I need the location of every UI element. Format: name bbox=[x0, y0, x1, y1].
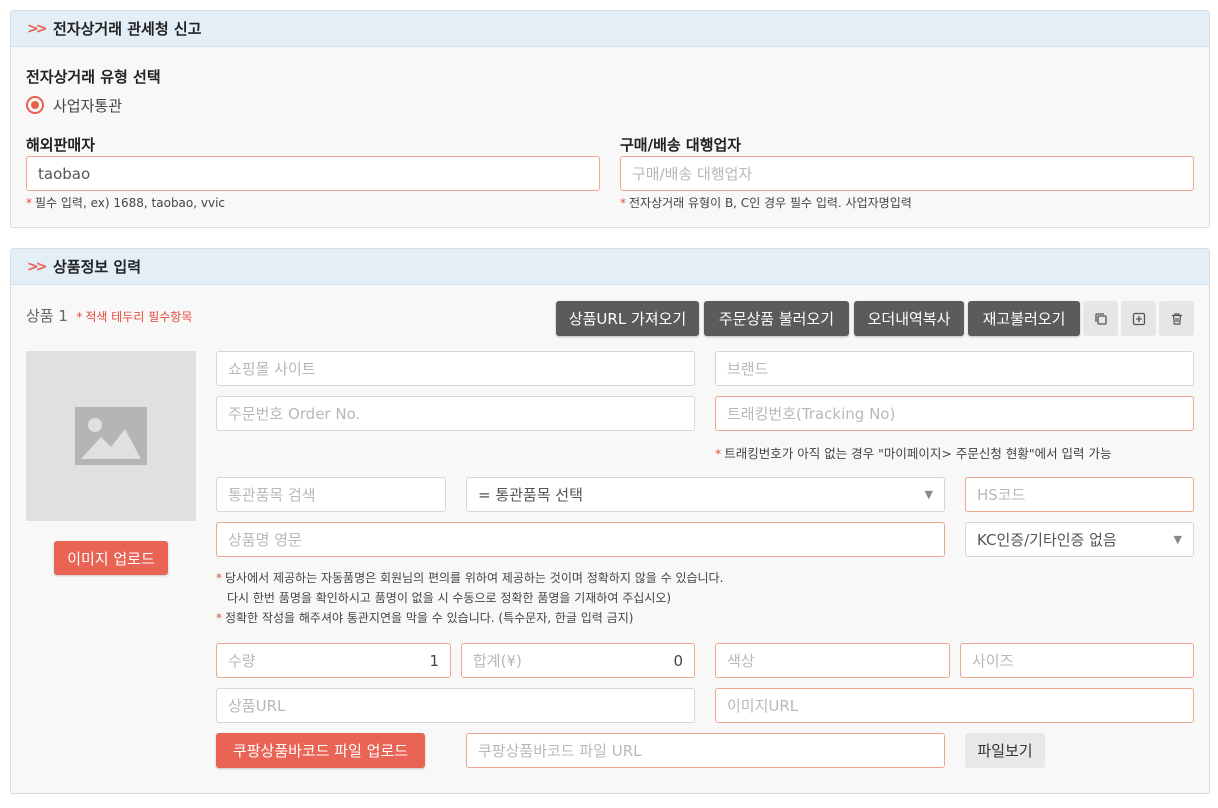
product-url-input[interactable]: 상품URL bbox=[216, 688, 695, 723]
customs-item-select[interactable]: = 통관품목 선택 ▼ bbox=[466, 477, 945, 512]
size-placeholder: 사이즈 bbox=[972, 652, 1014, 670]
hs-code-input[interactable]: HS코드 bbox=[965, 477, 1194, 512]
overseas-seller-value: taobao bbox=[38, 164, 91, 183]
view-file-button[interactable]: 파일보기 bbox=[965, 733, 1045, 768]
total-input[interactable]: 합계(¥) 0 bbox=[461, 643, 695, 678]
customs-report-title: 전자상거래 관세청 신고 bbox=[53, 20, 202, 38]
item-label: 상품 1 * 적색 테두리 필수항목 bbox=[26, 305, 192, 326]
required-star: * bbox=[620, 196, 626, 210]
quantity-value: 1 bbox=[429, 651, 439, 670]
required-star: * bbox=[216, 611, 222, 625]
coupang-barcode-url-placeholder: 쿠팡상품바코드 파일 URL bbox=[478, 742, 642, 760]
product-info-panel: >> 상품정보 입력 상품 1 * 적색 테두리 필수항목 상품URL 가져오기 … bbox=[10, 248, 1210, 794]
tracking-note: * 트래킹번호가 아직 없는 경우 "마이페이지> 주문신청 현황"에서 입력 가… bbox=[715, 443, 1112, 462]
brand-input[interactable]: 브랜드 bbox=[715, 351, 1194, 386]
accuracy-note: * 정확한 작성을 해주셔야 통관지연을 막을 수 있습니다. (특수문자, 한글… bbox=[216, 609, 633, 626]
required-star: * bbox=[26, 196, 32, 210]
auto-name-note-1: * 당사에서 제공하는 자동품명은 회원님의 편의를 위하여 제공하는 것이며 정… bbox=[216, 569, 723, 586]
overseas-seller-note-text: 필수 입력, ex) 1688, taobao, vvic bbox=[35, 196, 226, 210]
chevron-double-right-icon: >> bbox=[27, 258, 47, 275]
product-name-en-input[interactable]: 상품명 영문 bbox=[216, 522, 945, 557]
required-star: * bbox=[715, 446, 722, 461]
purchase-agent-label: 구매/배송 대행업자 bbox=[620, 136, 742, 154]
required-star: * bbox=[216, 571, 222, 585]
add-icon bbox=[1132, 312, 1145, 325]
add-item-button[interactable] bbox=[1121, 301, 1156, 336]
customs-select-value: = 통관품목 선택 bbox=[478, 486, 583, 504]
image-url-placeholder: 이미지URL bbox=[727, 697, 799, 715]
upload-image-button[interactable]: 이미지 업로드 bbox=[54, 541, 168, 575]
item-number: 상품 1 bbox=[26, 307, 68, 325]
purchase-agent-note-text: 전자상거래 유형이 B, C인 경우 필수 입력. 사업자명입력 bbox=[629, 196, 912, 210]
hs-code-placeholder: HS코드 bbox=[977, 486, 1026, 504]
fetch-product-url-button[interactable]: 상품URL 가져오기 bbox=[556, 301, 699, 336]
item-required-note: 적색 테두리 필수항목 bbox=[85, 310, 193, 324]
customs-search-placeholder: 통관품목 검색 bbox=[228, 486, 316, 504]
delete-item-button[interactable] bbox=[1159, 301, 1194, 336]
trash-icon bbox=[1171, 312, 1182, 325]
color-input[interactable]: 색상 bbox=[715, 643, 950, 678]
coupang-barcode-upload-button[interactable]: 쿠팡상품바코드 파일 업로드 bbox=[216, 733, 425, 768]
total-placeholder: 합계(¥) bbox=[473, 652, 522, 670]
mall-site-placeholder: 쇼핑몰 사이트 bbox=[228, 360, 316, 378]
product-url-placeholder: 상품URL bbox=[228, 697, 286, 715]
size-input[interactable]: 사이즈 bbox=[960, 643, 1194, 678]
mall-site-input[interactable]: 쇼핑몰 사이트 bbox=[216, 351, 695, 386]
customs-report-header: >> 전자상거래 관세청 신고 bbox=[11, 11, 1209, 47]
product-image-placeholder bbox=[26, 351, 196, 521]
radio-selected-icon[interactable] bbox=[26, 96, 44, 114]
product-info-title: 상품정보 입력 bbox=[53, 258, 142, 276]
quantity-placeholder: 수량 bbox=[228, 652, 256, 670]
product-name-en-placeholder: 상품명 영문 bbox=[228, 531, 302, 549]
accuracy-note-text: 정확한 작성을 해주셔야 통관지연을 막을 수 있습니다. (특수문자, 한글 … bbox=[225, 611, 634, 625]
copy-icon bbox=[1094, 312, 1107, 325]
dropdown-caret-icon: ▼ bbox=[924, 488, 933, 501]
auto-name-note-2-text: 다시 한번 품명을 확인하시고 품명이 없을 시 수동으로 정확한 품명을 기재… bbox=[227, 591, 672, 605]
tracking-number-placeholder: 트래킹번호(Tracking No) bbox=[727, 405, 896, 423]
required-star: * bbox=[76, 310, 83, 324]
purchase-agent-input[interactable]: 구매/배송 대행업자 bbox=[620, 156, 1194, 191]
product-info-header: >> 상품정보 입력 bbox=[11, 249, 1209, 285]
image-url-input[interactable]: 이미지URL bbox=[715, 688, 1194, 723]
load-stock-button[interactable]: 재고불러오기 bbox=[968, 301, 1080, 336]
overseas-seller-note: * 필수 입력, ex) 1688, taobao, vvic bbox=[26, 194, 225, 211]
dropdown-caret-icon: ▼ bbox=[1173, 533, 1182, 546]
purchase-agent-note: * 전자상거래 유형이 B, C인 경우 필수 입력. 사업자명입력 bbox=[620, 194, 912, 211]
brand-placeholder: 브랜드 bbox=[727, 360, 769, 378]
quantity-input[interactable]: 수량 1 bbox=[216, 643, 451, 678]
order-number-placeholder: 주문번호 Order No. bbox=[228, 405, 361, 423]
kc-cert-value: KC인증/기타인증 없음 bbox=[977, 531, 1117, 549]
ecommerce-type-label: 전자상거래 유형 선택 bbox=[26, 68, 161, 86]
image-placeholder-icon bbox=[75, 407, 147, 465]
auto-name-note-1-text: 당사에서 제공하는 자동품명은 회원님의 편의를 위하여 제공하는 것이며 정확… bbox=[225, 571, 724, 585]
purchase-agent-placeholder: 구매/배송 대행업자 bbox=[632, 165, 753, 183]
color-placeholder: 색상 bbox=[727, 652, 755, 670]
customs-item-search-input[interactable]: 통관품목 검색 bbox=[216, 477, 446, 512]
radio-option-business[interactable]: 사업자통관 bbox=[53, 95, 122, 116]
tracking-number-input[interactable]: 트래킹번호(Tracking No) bbox=[715, 396, 1194, 431]
coupang-barcode-url-input[interactable]: 쿠팡상품바코드 파일 URL bbox=[466, 733, 945, 768]
auto-name-note-2: 다시 한번 품명을 확인하시고 품명이 없을 시 수동으로 정확한 품명을 기재… bbox=[227, 589, 671, 606]
kc-cert-select[interactable]: KC인증/기타인증 없음 ▼ bbox=[965, 522, 1194, 557]
copy-order-history-button[interactable]: 오더내역복사 bbox=[854, 301, 964, 336]
customs-report-panel: >> 전자상거래 관세청 신고 전자상거래 유형 선택 사업자통관 해외판매자 … bbox=[10, 10, 1210, 228]
copy-item-button[interactable] bbox=[1083, 301, 1118, 336]
tracking-note-text: 트래킹번호가 아직 없는 경우 "마이페이지> 주문신청 현황"에서 입력 가능 bbox=[724, 446, 1112, 461]
chevron-double-right-icon: >> bbox=[27, 20, 47, 37]
order-number-input[interactable]: 주문번호 Order No. bbox=[216, 396, 695, 431]
overseas-seller-input[interactable]: taobao bbox=[26, 156, 600, 191]
total-value: 0 bbox=[673, 651, 683, 670]
load-order-items-button[interactable]: 주문상품 불러오기 bbox=[704, 301, 849, 336]
overseas-seller-label: 해외판매자 bbox=[26, 136, 96, 154]
